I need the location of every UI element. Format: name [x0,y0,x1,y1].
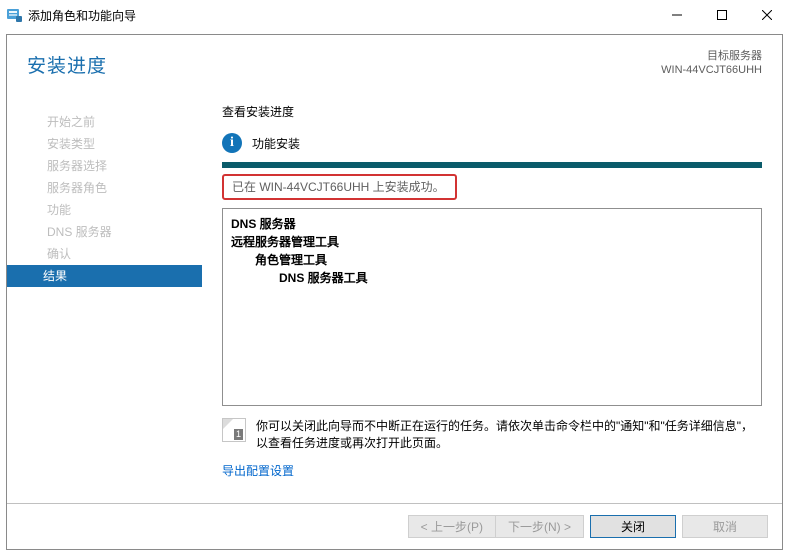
wizard-footer: < 上一步(P) 下一步(N) > 关闭 取消 [7,503,782,549]
window-buttons [654,0,789,30]
status-row: i 功能安装 [222,130,762,156]
page-title: 安装进度 [27,51,762,78]
next-button: 下一步(N) > [495,515,584,538]
nav-button-group: < 上一步(P) 下一步(N) > [408,515,584,538]
wizard-header: 安装进度 目标服务器 WIN-44VCJT66UHH [7,35,782,101]
wizard-frame: 安装进度 目标服务器 WIN-44VCJT66UHH 开始之前 安装类型 服务器… [6,34,783,550]
export-settings-link[interactable]: 导出配置设置 [222,462,294,479]
task-flag-icon: 1 [222,418,246,442]
status-text: 功能安装 [252,135,300,152]
step-install-type: 安装类型 [7,133,202,155]
progress-bar [222,162,762,168]
wizard-sidebar: 开始之前 安装类型 服务器选择 服务器角色 功能 DNS 服务器 确认 结果 [7,101,202,503]
previous-button: < 上一步(P) [408,515,495,538]
close-button[interactable] [744,0,789,30]
step-before-begin: 开始之前 [7,111,202,133]
result-item: 角色管理工具 [231,251,753,269]
wizard-content: 查看安装进度 i 功能安装 已在 WIN-44VCJT66UHH 上安装成功。 … [202,101,782,503]
view-progress-label: 查看安装进度 [222,103,762,120]
step-dns-server: DNS 服务器 [7,221,202,243]
cancel-button: 取消 [682,515,768,538]
maximize-button[interactable] [699,0,744,30]
window-title: 添加角色和功能向导 [28,7,654,24]
result-item: DNS 服务器 [231,215,753,233]
results-panel: DNS 服务器 远程服务器管理工具 角色管理工具 DNS 服务器工具 [222,208,762,406]
minimize-button[interactable] [654,0,699,30]
result-item: 远程服务器管理工具 [231,233,753,251]
step-results: 结果 [7,265,202,287]
note-text: 你可以关闭此向导而不中断正在运行的任务。请依次单击命令栏中的"通知"和"任务详细… [256,418,762,452]
result-item: DNS 服务器工具 [231,269,753,287]
step-server-select: 服务器选择 [7,155,202,177]
wizard-body: 开始之前 安装类型 服务器选择 服务器角色 功能 DNS 服务器 确认 结果 查… [7,101,782,503]
step-features: 功能 [7,199,202,221]
info-icon: i [222,133,242,153]
app-icon [6,7,22,23]
note-row: 1 你可以关闭此向导而不中断正在运行的任务。请依次单击命令栏中的"通知"和"任务… [222,418,762,452]
target-server-name: WIN-44VCJT66UHH [661,63,762,77]
target-server-label: 目标服务器 [661,49,762,63]
success-message: 已在 WIN-44VCJT66UHH 上安装成功。 [222,174,457,200]
step-confirm: 确认 [7,243,202,265]
step-server-roles: 服务器角色 [7,177,202,199]
titlebar: 添加角色和功能向导 [0,0,789,30]
close-wizard-button[interactable]: 关闭 [590,515,676,538]
target-server-box: 目标服务器 WIN-44VCJT66UHH [661,49,762,77]
